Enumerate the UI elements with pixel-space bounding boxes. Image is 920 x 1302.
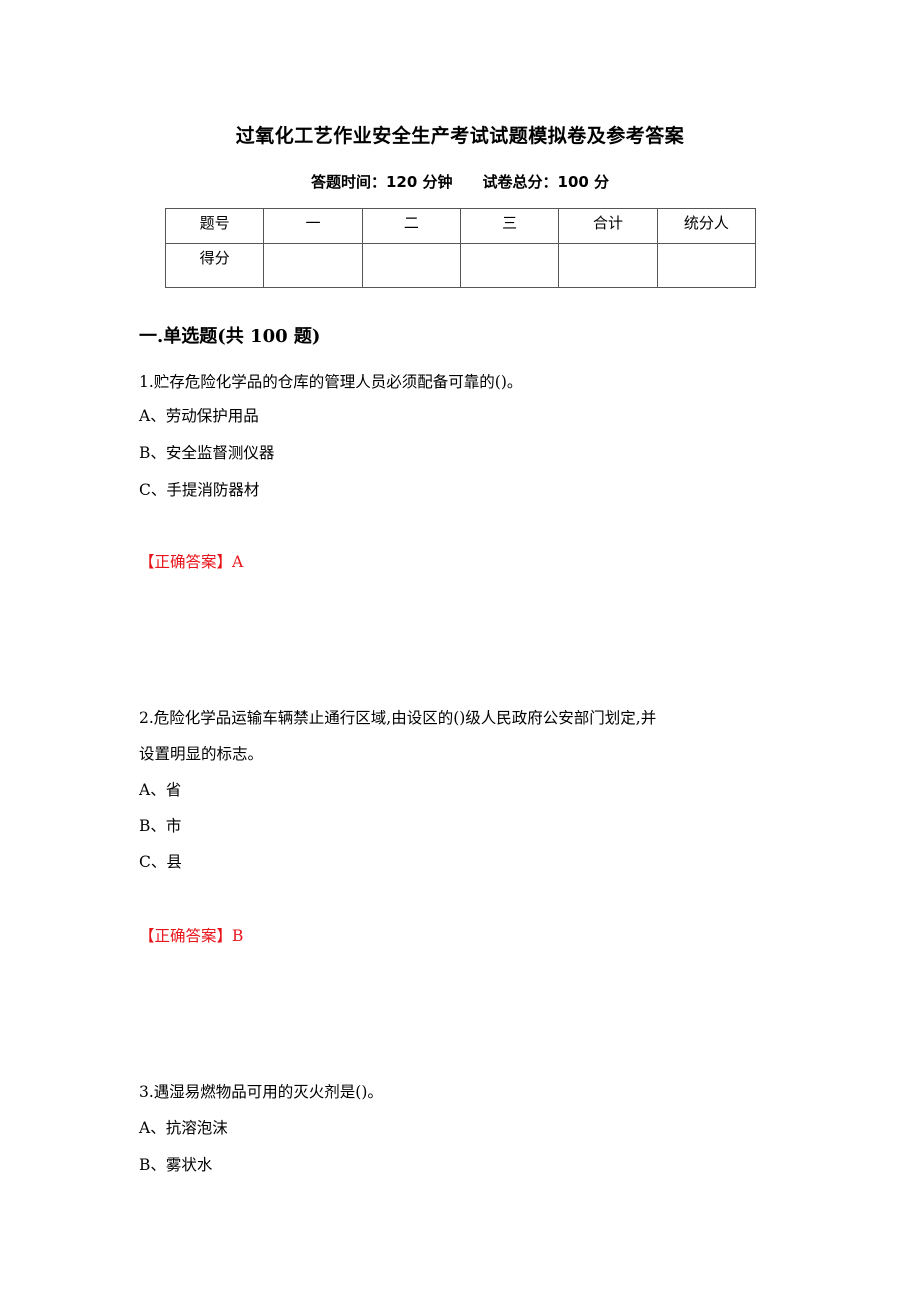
correct-answer: 【正确答案】B xyxy=(139,927,244,945)
question-option: A、抗溶泡沫 xyxy=(139,1119,228,1137)
exam-total-score: 试卷总分：100 分 xyxy=(482,173,610,191)
score-table-cell xyxy=(459,243,560,288)
question-option: B、雾状水 xyxy=(139,1156,213,1174)
score-table-cell xyxy=(656,243,757,288)
question-text: 3.遇湿易燃物品可用的灭火剂是()。 xyxy=(139,1083,383,1101)
score-table-row: 得分 xyxy=(164,243,757,288)
question-option: A、省 xyxy=(139,781,182,799)
score-table-header-cell: 三 xyxy=(459,208,560,244)
question-option: B、市 xyxy=(139,817,182,835)
score-table-cell: 得分 xyxy=(164,243,265,288)
question-text: 2.危险化学品运输车辆禁止通行区域,由设区的()级人民政府公安部门划定,并 xyxy=(139,709,657,727)
correct-answer: 【正确答案】A xyxy=(139,553,244,571)
question-text: 1.贮存危险化学品的仓库的管理人员必须配备可靠的()。 xyxy=(139,373,523,391)
exam-time: 答题时间：120 分钟 xyxy=(310,173,453,191)
question-option: C、手提消防器材 xyxy=(139,481,260,499)
section-title: 一.单选题(共 100 题) xyxy=(139,326,321,347)
question-option: C、县 xyxy=(139,853,182,871)
score-table-header-cell: 二 xyxy=(361,208,461,244)
score-table-header-cell: 题号 xyxy=(164,208,265,244)
score-table-cell xyxy=(361,243,461,288)
score-table: 题号 一 二 三 合计 统分人 得分 xyxy=(164,208,757,288)
question-text: 设置明显的标志。 xyxy=(139,745,264,763)
exam-info: 答题时间：120 分钟 试卷总分：100 分 xyxy=(0,171,920,192)
score-table-header-cell: 一 xyxy=(263,208,363,244)
score-table-header-cell: 合计 xyxy=(558,208,658,244)
score-table-cell xyxy=(263,243,363,288)
score-table-header-cell: 统分人 xyxy=(656,208,757,244)
document-title: 过氧化工艺作业安全生产考试试题模拟卷及参考答案 xyxy=(235,125,685,147)
score-table-cell xyxy=(558,243,658,288)
question-option: A、劳动保护用品 xyxy=(139,407,259,425)
question-option: B、安全监督测仪器 xyxy=(139,444,275,462)
score-table-header-row: 题号 一 二 三 合计 统分人 xyxy=(164,208,757,244)
